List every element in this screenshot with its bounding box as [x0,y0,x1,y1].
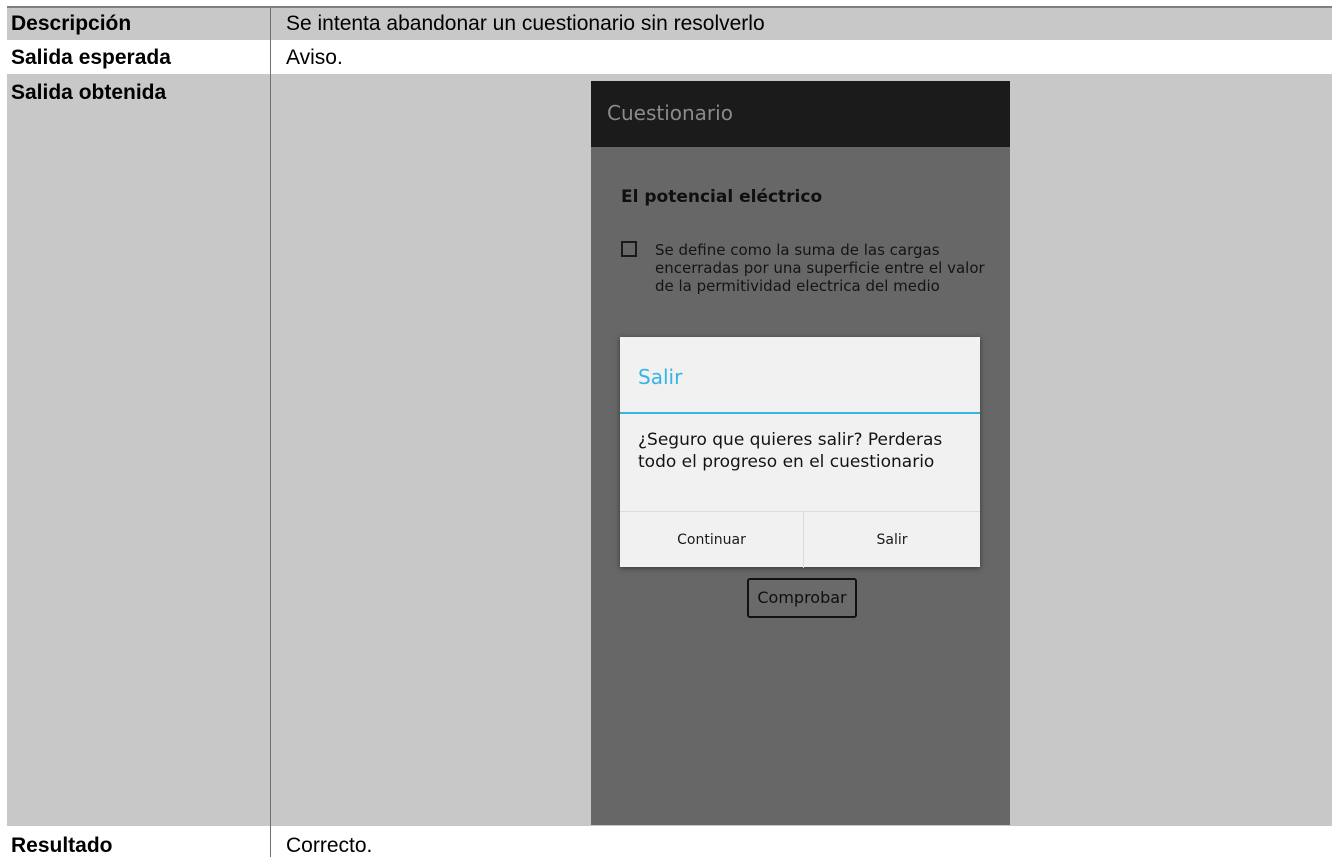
dialog-title-divider [620,412,980,414]
label-salida-obtenida: Salida obtenida [11,81,167,104]
exit-dialog: Salir ¿Seguro que quieres salir? Perdera… [620,337,980,568]
value-descripcion: Se intenta abandonar un cuestionario sin… [286,12,765,35]
action-bar: Cuestionario [591,81,1010,147]
value-resultado: Correcto. [286,834,373,857]
test-case-table: Descripción Se intenta abandonar un cues… [7,6,1332,857]
row-resultado: Resultado Correcto. [7,826,1332,857]
column-divider [270,8,271,40]
value-salida-esperada: Aviso. [286,46,343,69]
option-1-checkbox[interactable] [621,241,637,257]
column-divider [270,40,271,74]
dialog-button-bar: Continuar Salir [620,511,980,568]
option-1-text: Se define como la suma de las cargas enc… [655,241,985,295]
question-title: El potencial eléctrico [621,187,823,207]
check-button[interactable]: Comprobar [747,578,857,618]
label-resultado: Resultado [11,834,113,857]
label-descripcion: Descripción [11,12,132,35]
continue-button[interactable]: Continuar [620,512,804,568]
row-salida-esperada: Salida esperada Aviso. [7,40,1332,74]
row-descripcion: Descripción Se intenta abandonar un cues… [7,8,1332,40]
action-bar-title: Cuestionario [607,101,733,125]
column-divider [270,826,271,857]
exit-button[interactable]: Salir [804,512,980,568]
column-divider [270,74,271,826]
dialog-message: ¿Seguro que quieres salir? Perderas todo… [638,430,943,472]
label-salida-esperada: Salida esperada [11,46,171,69]
app-screenshot: Cuestionario El potencial eléctrico Se d… [591,81,1010,825]
dialog-title: Salir [638,365,683,389]
